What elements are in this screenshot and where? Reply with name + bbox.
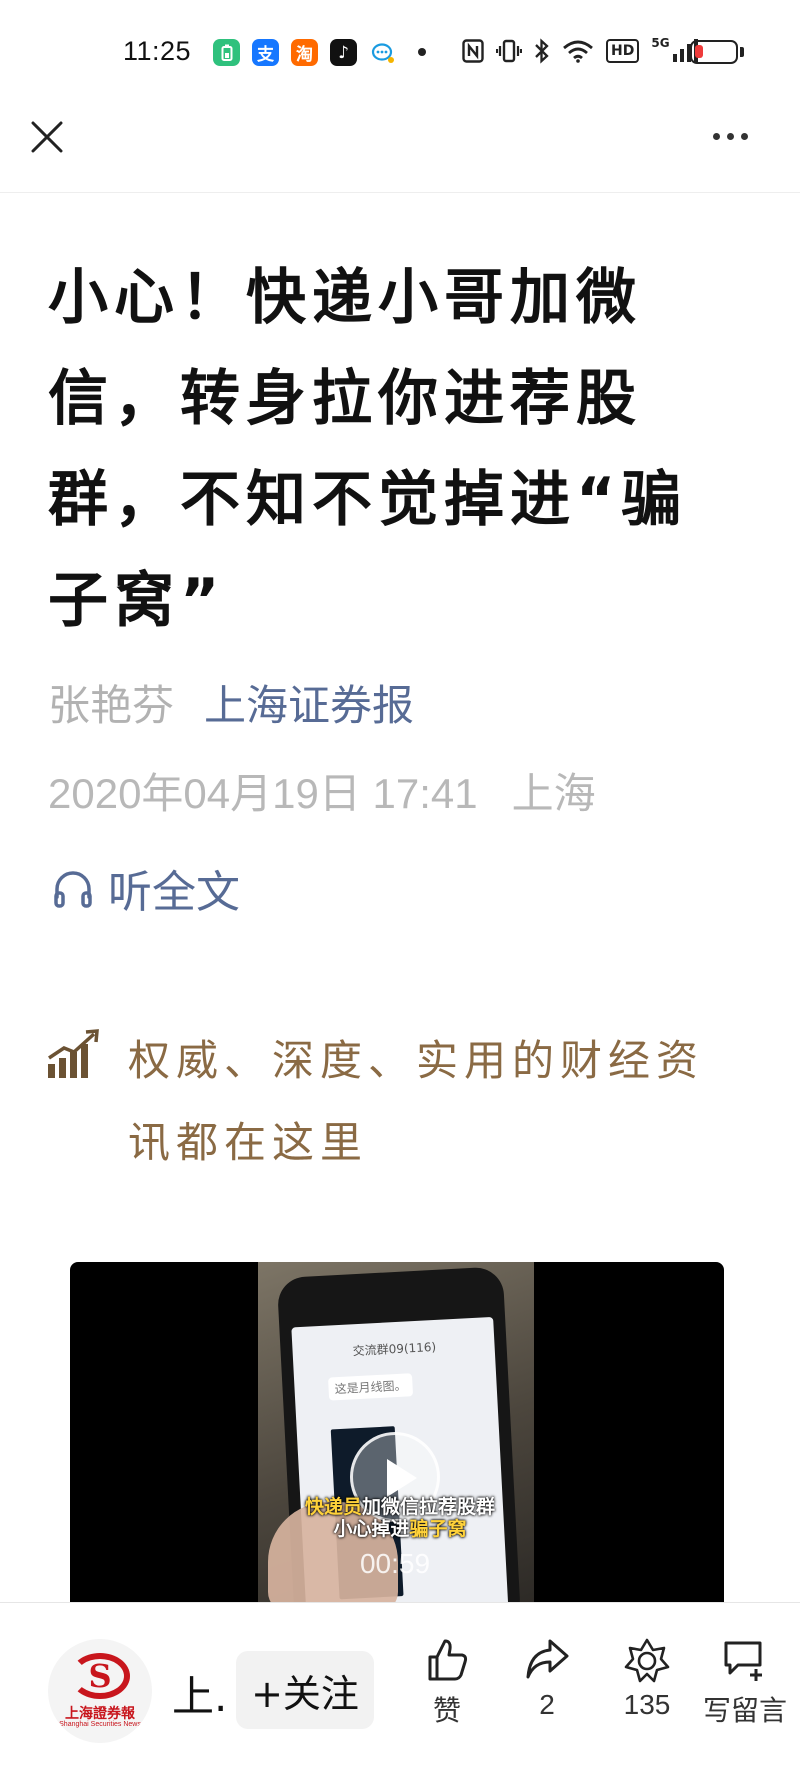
bluetooth-icon xyxy=(534,36,550,66)
notification-dot xyxy=(418,48,426,56)
status-time: 11:25 xyxy=(123,36,192,66)
video-chat-message: 这是月线图。 xyxy=(328,1373,414,1401)
more-icon-dot xyxy=(726,132,734,140)
battery-tip xyxy=(740,47,744,57)
share-arrow-icon xyxy=(526,1639,569,1679)
video-caption-highlight: 骗子窝 xyxy=(409,1518,467,1540)
account-short-name[interactable]: 上. xyxy=(172,1663,227,1724)
status-bar: 11:25 支 淘 ♪ HD 5G xyxy=(0,0,800,100)
listen-button[interactable]: 听全文 xyxy=(52,856,240,920)
more-button[interactable] xyxy=(700,116,760,156)
author-name: 张艳芬 xyxy=(48,681,175,730)
logo-subtext: Shanghai Securities News xyxy=(59,1721,141,1728)
nav-divider xyxy=(0,192,800,193)
thumbs-up-icon xyxy=(428,1639,468,1681)
close-icon xyxy=(31,121,63,153)
alipay-icon: 支 xyxy=(252,39,279,66)
account-avatar[interactable]: S 上海證券報 Shanghai Securities News xyxy=(48,1639,152,1743)
vibrate-icon xyxy=(496,36,522,66)
video-chat-title: 交流群09(116) xyxy=(352,1339,437,1359)
follow-button[interactable]: +关注 xyxy=(236,1651,374,1729)
video-caption-line2: 小心掉进骗子窝 xyxy=(250,1514,550,1541)
nfc-icon xyxy=(462,36,484,66)
favorite-button[interactable]: 135 xyxy=(602,1637,692,1721)
comment-add-icon xyxy=(724,1641,762,1681)
logo-text: 上海證券報 xyxy=(65,1706,135,1722)
tiktok-icon: ♪ xyxy=(330,39,357,66)
hd-badge-icon: HD xyxy=(606,39,640,63)
listen-label: 听全文 xyxy=(108,867,240,918)
byline: 张艳芬 上海证券报 xyxy=(48,678,414,734)
taobao-icon: 淘 xyxy=(291,39,318,66)
battery-level xyxy=(695,45,703,58)
favorite-count: 135 xyxy=(623,1689,671,1720)
like-button[interactable]: 赞 xyxy=(402,1637,492,1729)
bottom-bar: S 上海證券報 Shanghai Securities News 上. +关注 … xyxy=(0,1602,800,1778)
chart-trend-icon xyxy=(48,1029,99,1078)
top-nav xyxy=(0,100,800,193)
account-name-link[interactable]: 上海证券报 xyxy=(204,678,414,734)
more-icon xyxy=(712,132,720,140)
publish-date: 2020年04月19日 17:41 xyxy=(48,770,478,817)
promo-text: 权威、深度、实用的财经资讯都在这里 xyxy=(128,1036,705,1167)
wifi-icon xyxy=(562,36,594,66)
share-button[interactable]: 2 xyxy=(502,1637,592,1721)
write-comment-label: 写留言 xyxy=(702,1695,787,1726)
chat-bubble-icon xyxy=(369,39,396,66)
close-button[interactable] xyxy=(24,114,70,160)
article-title: 小心！快递小哥加微信，转身拉你进荐股群，不知不觉掉进“骗子窝” xyxy=(48,263,688,636)
favorite-star-icon xyxy=(624,1638,670,1683)
battery-app-icon xyxy=(213,39,240,66)
notification-icons: 支 淘 ♪ xyxy=(213,39,396,66)
write-comment-button[interactable]: 写留言 xyxy=(700,1637,790,1729)
publish-meta: 2020年04月19日 17:41 上海 xyxy=(48,766,596,822)
signal-badge: 5G xyxy=(651,36,670,50)
system-icons: HD 5G xyxy=(462,36,698,66)
video-duration: 00:59 xyxy=(359,1548,431,1579)
logo-mark: S xyxy=(88,1657,112,1695)
publish-location: 上海 xyxy=(511,770,596,817)
video-caption-text: 小心掉进 xyxy=(333,1518,410,1540)
like-label: 赞 xyxy=(432,1695,461,1726)
share-count: 2 xyxy=(539,1689,555,1720)
more-icon-dot xyxy=(740,132,748,140)
headphones-icon xyxy=(54,871,92,908)
battery-icon xyxy=(690,40,738,64)
